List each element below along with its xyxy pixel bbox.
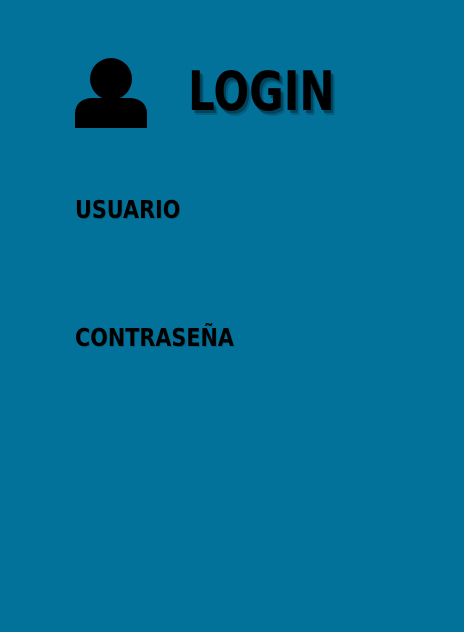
user-icon	[75, 56, 147, 128]
password-label: CONTRASEÑA	[75, 323, 234, 352]
login-header: LOGIN	[0, 0, 464, 140]
username-label: USUARIO	[75, 195, 181, 224]
login-screen: LOGIN USUARIO CONTRASEÑA	[0, 0, 464, 632]
page-title: LOGIN	[188, 60, 335, 123]
